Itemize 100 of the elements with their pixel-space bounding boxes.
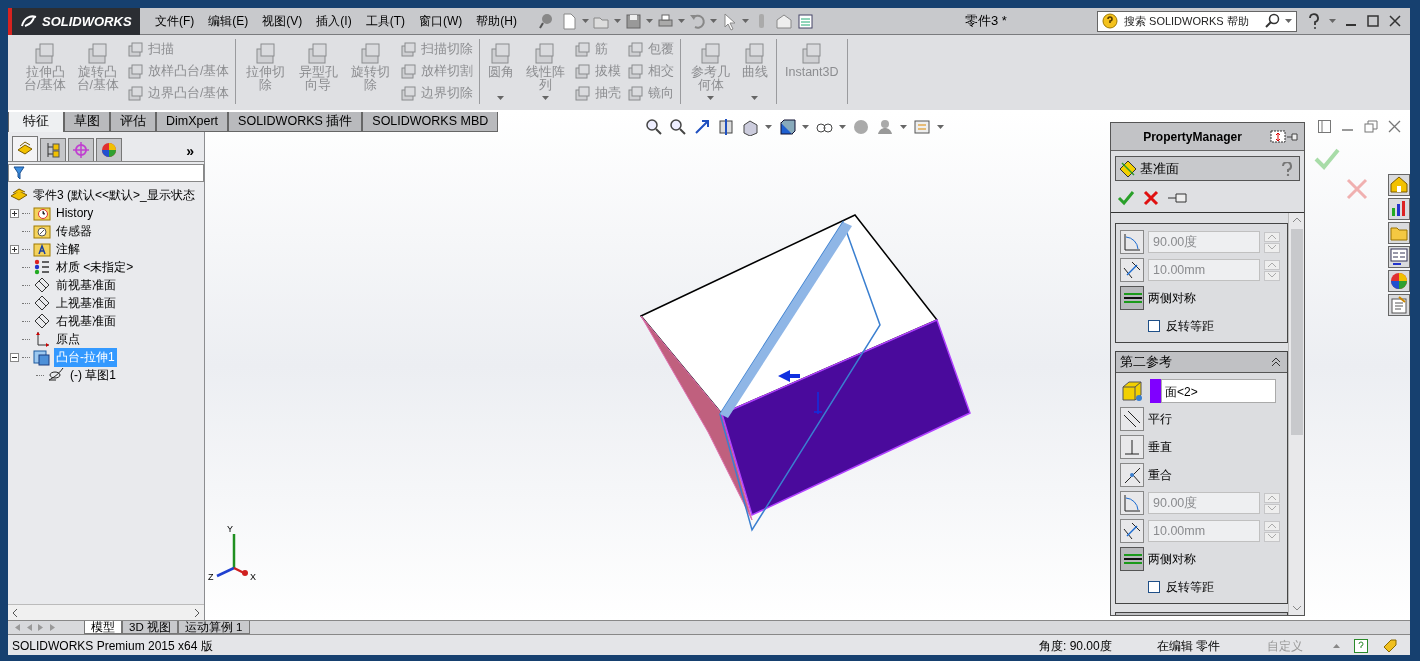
caret-icon[interactable] — [802, 125, 809, 129]
panel-tab[interactable] — [68, 138, 94, 161]
caret-icon[interactable] — [765, 125, 772, 129]
caret-icon[interactable] — [839, 125, 846, 129]
constraint-button[interactable] — [1120, 407, 1144, 431]
tree-item[interactable]: History — [54, 205, 96, 221]
cube-icon — [627, 63, 645, 80]
collapse-panel-icon[interactable] — [1270, 129, 1286, 144]
expand-panels-button[interactable]: » — [180, 143, 200, 161]
checklist-icon[interactable] — [796, 11, 815, 31]
scroll-down-icon[interactable] — [1291, 605, 1302, 611]
menu-item[interactable]: 视图(V) — [255, 8, 310, 35]
view-orientation-icon[interactable] — [741, 118, 759, 136]
caret-icon[interactable] — [582, 19, 589, 23]
tree-item[interactable]: 上视基准面 — [54, 293, 118, 313]
caret-up-icon[interactable] — [1333, 644, 1340, 648]
scroll-right-icon[interactable] — [194, 608, 200, 617]
caret-icon[interactable] — [1329, 19, 1336, 23]
scroll-up-icon[interactable] — [1291, 217, 1302, 223]
panel-tab[interactable] — [40, 138, 66, 161]
pin-icon[interactable] — [1167, 190, 1189, 205]
caret-icon[interactable] — [678, 19, 685, 23]
task-pane-tab[interactable] — [1388, 174, 1410, 196]
ok-check-icon[interactable] — [1117, 189, 1135, 206]
caret-icon[interactable] — [900, 125, 907, 129]
selection-field[interactable]: 面<2> — [1161, 379, 1276, 403]
scroll-left-icon[interactable] — [12, 608, 18, 617]
checkbox[interactable] — [1148, 320, 1160, 332]
command-tab[interactable]: 草图 — [64, 112, 110, 132]
search-icon[interactable] — [1265, 13, 1281, 29]
menu-item[interactable]: 窗口(W) — [412, 8, 470, 35]
task-pane-tab[interactable] — [1388, 198, 1410, 220]
tag-icon[interactable] — [1382, 638, 1398, 654]
appearance-sphere-icon[interactable] — [852, 118, 870, 136]
view-tab[interactable]: 运动算例 1 — [177, 621, 250, 634]
task-pane-tab[interactable] — [1388, 270, 1410, 292]
section-view-icon[interactable] — [717, 118, 735, 136]
new-document-icon[interactable] — [560, 11, 579, 31]
tree-item[interactable]: 前视基准面 — [54, 275, 118, 295]
command-tab[interactable]: 评估 — [110, 112, 156, 132]
tree-item[interactable]: (-) 草图1 — [68, 365, 118, 385]
help-square-icon[interactable] — [1354, 639, 1368, 653]
symmetric-toggle[interactable] — [1120, 286, 1144, 310]
menu-item[interactable]: 插入(I) — [309, 8, 359, 35]
confirm-check-icon[interactable] — [1314, 148, 1340, 170]
cancel-cross-icon[interactable] — [1143, 189, 1159, 206]
panel-tab[interactable] — [96, 138, 122, 161]
vertical-scrollbar[interactable] — [1288, 213, 1304, 615]
tree-item[interactable]: 注解 — [54, 239, 82, 259]
cube-icon — [627, 85, 645, 103]
menu-item[interactable]: 编辑(E) — [201, 8, 256, 35]
task-pane-tab[interactable] — [1388, 246, 1410, 268]
command-tab[interactable]: SOLIDWORKS 插件 — [228, 112, 363, 132]
task-pane-tab[interactable] — [1388, 222, 1410, 244]
caret-icon[interactable] — [742, 19, 749, 23]
view-settings-icon[interactable] — [913, 118, 931, 136]
filter-field[interactable] — [8, 164, 204, 182]
crosshair-icon — [72, 141, 90, 159]
edit-mode: 在编辑 零件 — [1157, 637, 1222, 655]
caret-icon[interactable] — [646, 19, 653, 23]
symmetric-toggle[interactable] — [1120, 547, 1144, 571]
tree-item[interactable]: 零件3 (默认<<默认>_显示状态 — [31, 185, 197, 205]
zoom-to-fit-icon[interactable] — [645, 118, 663, 136]
collapse-icon[interactable] — [1271, 357, 1281, 367]
tree-item[interactable]: 右视基准面 — [54, 311, 118, 331]
display-style-icon[interactable] — [778, 118, 796, 136]
tree-item[interactable]: 材质 <未指定> — [54, 257, 136, 277]
close-icon[interactable] — [1388, 120, 1401, 133]
restore-icon[interactable] — [1364, 120, 1378, 133]
caret-icon[interactable] — [710, 19, 717, 23]
horizontal-scrollbar[interactable] — [8, 604, 204, 620]
view-tab[interactable]: 3D 视图 — [122, 621, 178, 634]
menu-item[interactable]: 帮助(H) — [469, 8, 524, 35]
task-pane-tab[interactable] — [1388, 294, 1410, 316]
previous-view-icon[interactable] — [693, 118, 711, 136]
caret-icon[interactable] — [937, 125, 944, 129]
tree-item[interactable]: 原点 — [54, 329, 82, 349]
caret-icon[interactable] — [614, 19, 621, 23]
collapse-icon[interactable] — [10, 352, 19, 362]
zoom-area-icon[interactable] — [669, 118, 687, 136]
expand-icon[interactable] — [10, 244, 19, 254]
command-tab[interactable]: SOLIDWORKS MBD — [362, 112, 499, 132]
feature-title: 基准面 — [1140, 159, 1180, 178]
panel-toggle-icon[interactable] — [1318, 120, 1331, 133]
command-tab[interactable]: 特征 — [8, 112, 64, 132]
section-header[interactable]: 第二参考 — [1116, 352, 1287, 373]
expand-icon[interactable] — [10, 208, 19, 218]
checkbox[interactable] — [1148, 581, 1160, 593]
tree-item[interactable]: 传感器 — [54, 221, 94, 241]
close-icon[interactable] — [1388, 14, 1402, 28]
view-tab[interactable]: 模型 — [84, 621, 122, 634]
search-field[interactable]: 搜索 SOLIDWORKS 帮助 — [1097, 10, 1297, 32]
help-icon[interactable] — [1307, 13, 1321, 29]
panel-tab[interactable] — [12, 136, 38, 161]
menu-item[interactable]: 工具(T) — [358, 8, 412, 35]
caret-icon[interactable] — [1285, 19, 1292, 23]
menu-item[interactable]: 文件(F) — [148, 8, 202, 35]
command-tab[interactable]: DimXpert — [156, 112, 229, 132]
constraint-button[interactable] — [1120, 463, 1144, 487]
maximize-icon[interactable] — [1366, 14, 1380, 28]
